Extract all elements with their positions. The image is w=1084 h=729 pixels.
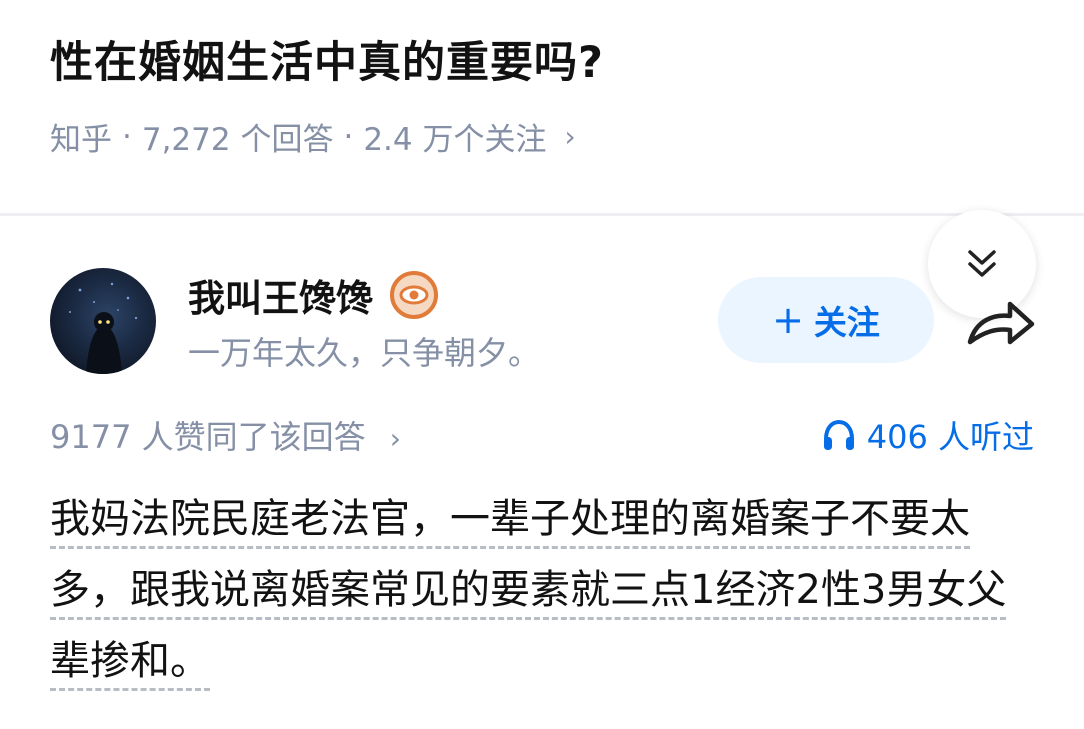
answer-content[interactable]: 我妈法院民庭老法官，一辈子处理的离婚案子不要太多，跟我说离婚案常见的要素就三点1…	[50, 484, 1040, 697]
author-name-row[interactable]: 我叫王馋馋	[188, 268, 439, 322]
headphones-icon	[823, 419, 854, 450]
answer-text: 我妈法院民庭老法官，一辈子处理的离婚案子不要太多，跟我说离婚案常见的要素就三点1…	[50, 496, 1007, 691]
follow-button[interactable]: + 关注	[718, 277, 934, 363]
plus-icon: +	[772, 298, 804, 342]
share-arrow-icon[interactable]	[966, 296, 1036, 350]
question-title[interactable]: 性在婚姻生活中真的重要吗?	[50, 28, 604, 90]
follower-count: 2.4 万个关注	[363, 122, 547, 158]
follow-label: 关注	[813, 303, 880, 342]
separator-dot: ·	[122, 118, 132, 155]
avatar-image	[69, 282, 138, 374]
double-chevron-down-icon	[968, 250, 996, 277]
eye-badge-icon	[390, 271, 438, 319]
listen-count: 406 人听过	[866, 418, 1034, 456]
zhihu-answer-page: 性在婚姻生活中真的重要吗? 知乎 · 7,272 个回答 · 2.4 万个关注 …	[0, 0, 1084, 729]
vote-summary[interactable]: 9177 人赞同了该回答 ›	[50, 412, 401, 458]
question-meta[interactable]: 知乎 · 7,272 个回答 · 2.4 万个关注 ›	[50, 114, 576, 159]
author-bio: 一万年太久，只争朝夕。	[188, 334, 541, 372]
source-label: 知乎	[50, 122, 112, 158]
vote-count: 9177 人赞同了该回答	[50, 418, 366, 456]
section-divider	[0, 213, 1084, 216]
chevron-right-icon: ›	[564, 120, 576, 153]
avatar[interactable]	[50, 268, 156, 374]
chevron-right-icon: ›	[389, 422, 401, 455]
separator-dot: ·	[343, 118, 354, 155]
author-name: 我叫王馋馋	[188, 277, 373, 320]
listen-summary[interactable]: 406 人听过	[821, 412, 1034, 458]
answer-count: 7,272 个回答	[141, 122, 334, 158]
